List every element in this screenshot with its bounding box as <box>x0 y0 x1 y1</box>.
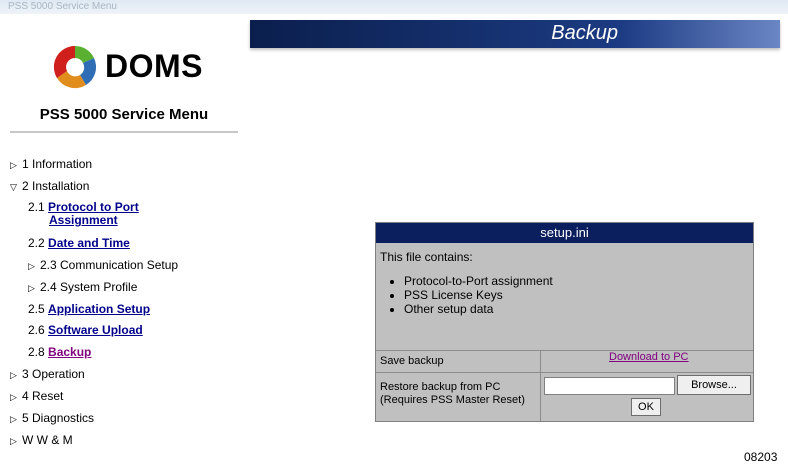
nav-label: 4 Reset <box>22 389 64 403</box>
nav-prefix: 2.1 <box>28 200 45 214</box>
protocol-link-line2[interactable]: Assignment <box>49 213 118 227</box>
restore-label-line2: (Requires PSS Master Reset) <box>380 394 525 406</box>
nav-item-software[interactable]: 2.6 Software Upload <box>28 323 143 337</box>
list-item: Other setup data <box>404 302 553 316</box>
nav-prefix: 2.2 <box>28 236 45 250</box>
panel-title: setup.ini <box>376 223 753 243</box>
backup-link[interactable]: Backup <box>48 345 91 359</box>
restore-label-line1: Restore backup from PC <box>380 381 501 393</box>
save-backup-label: Save backup <box>380 355 444 367</box>
collapsed-triangle-icon: ▷ <box>10 414 17 424</box>
service-menu-title: PSS 5000 Service Menu <box>39 106 209 123</box>
browser-tab-strip: PSS 5000 Service Menu <box>0 0 788 14</box>
doms-logo: DOMS <box>50 38 230 98</box>
figure-code: 08203 <box>744 450 778 464</box>
doms-logo-icon <box>53 45 97 89</box>
nav-item-installation[interactable]: ▽ 2 Installation <box>10 179 89 193</box>
nav-label: 2.4 System Profile <box>40 280 138 294</box>
backup-panel: setup.ini This file contains: Protocol-t… <box>375 222 754 422</box>
nav-label: 1 Information <box>22 157 93 171</box>
nav-item-date-time[interactable]: 2.2 Date and Time <box>28 236 130 250</box>
nav-label: 5 Diagnostics <box>22 411 95 425</box>
expanded-triangle-icon: ▽ <box>10 182 17 192</box>
browse-button[interactable]: Browse... <box>677 375 751 395</box>
nav-item-backup[interactable]: 2.8 Backup <box>28 345 91 359</box>
nav-item-application[interactable]: 2.5 Application Setup <box>28 302 150 316</box>
restore-file-input[interactable] <box>544 377 675 395</box>
nav-item-operation[interactable]: ▷ 3 Operation <box>10 367 85 381</box>
download-to-pc-link[interactable]: Download to PC <box>609 351 689 363</box>
list-item: PSS License Keys <box>404 288 553 302</box>
nav-prefix: 2.5 <box>28 302 45 316</box>
protocol-link-line1[interactable]: Protocol to Port <box>48 200 139 214</box>
collapsed-triangle-icon: ▷ <box>10 392 17 402</box>
nav-item-communication[interactable]: ▷ 2.3 Communication Setup <box>28 258 178 272</box>
page-header-bar: Backup <box>250 20 780 48</box>
collapsed-triangle-icon: ▷ <box>10 370 17 380</box>
nav-prefix: 2.8 <box>28 345 45 359</box>
ok-button[interactable]: OK <box>631 398 661 416</box>
brand-name: DOMS <box>105 48 203 84</box>
nav-label: 2 Installation <box>22 179 90 193</box>
application-link[interactable]: Application Setup <box>48 302 150 316</box>
collapsed-triangle-icon: ▷ <box>28 261 35 271</box>
software-link[interactable]: Software Upload <box>48 323 143 337</box>
save-row: Save backup <box>376 351 753 372</box>
nav-item-protocol[interactable]: 2.1 Protocol to Port Assignment <box>28 201 139 227</box>
nav-label: 3 Operation <box>22 367 85 381</box>
collapsed-triangle-icon: ▷ <box>10 436 17 446</box>
sidebar: DOMS PSS 5000 Service Menu ▷ 1 Informatio… <box>8 14 248 466</box>
nav-item-system-profile[interactable]: ▷ 2.4 System Profile <box>28 280 137 294</box>
nav-prefix: 2.6 <box>28 323 45 337</box>
column-divider <box>540 350 541 421</box>
nav-label: 2.3 Communication Setup <box>40 258 179 272</box>
sidebar-divider <box>10 131 238 133</box>
collapsed-triangle-icon: ▷ <box>28 283 35 293</box>
list-item: Protocol-to-Port assignment <box>404 274 553 288</box>
panel-description: This file contains: Protocol-to-Port ass… <box>376 244 753 350</box>
nav-item-reset[interactable]: ▷ 4 Reset <box>10 389 63 403</box>
nav-item-information[interactable]: ▷ 1 Information <box>10 157 92 171</box>
file-contents-list: Protocol-to-Port assignment PSS License … <box>382 274 553 316</box>
page-title: Backup <box>551 22 618 44</box>
nav-label: W W & M <box>22 433 73 447</box>
browser-tab-text: PSS 5000 Service Menu <box>8 1 117 12</box>
collapsed-triangle-icon: ▷ <box>10 160 17 170</box>
nav-item-diagnostics[interactable]: ▷ 5 Diagnostics <box>10 411 94 425</box>
date-time-link[interactable]: Date and Time <box>48 236 130 250</box>
panel-intro: This file contains: <box>380 250 473 264</box>
nav-item-wwm[interactable]: ▷ W W & M <box>10 433 73 447</box>
